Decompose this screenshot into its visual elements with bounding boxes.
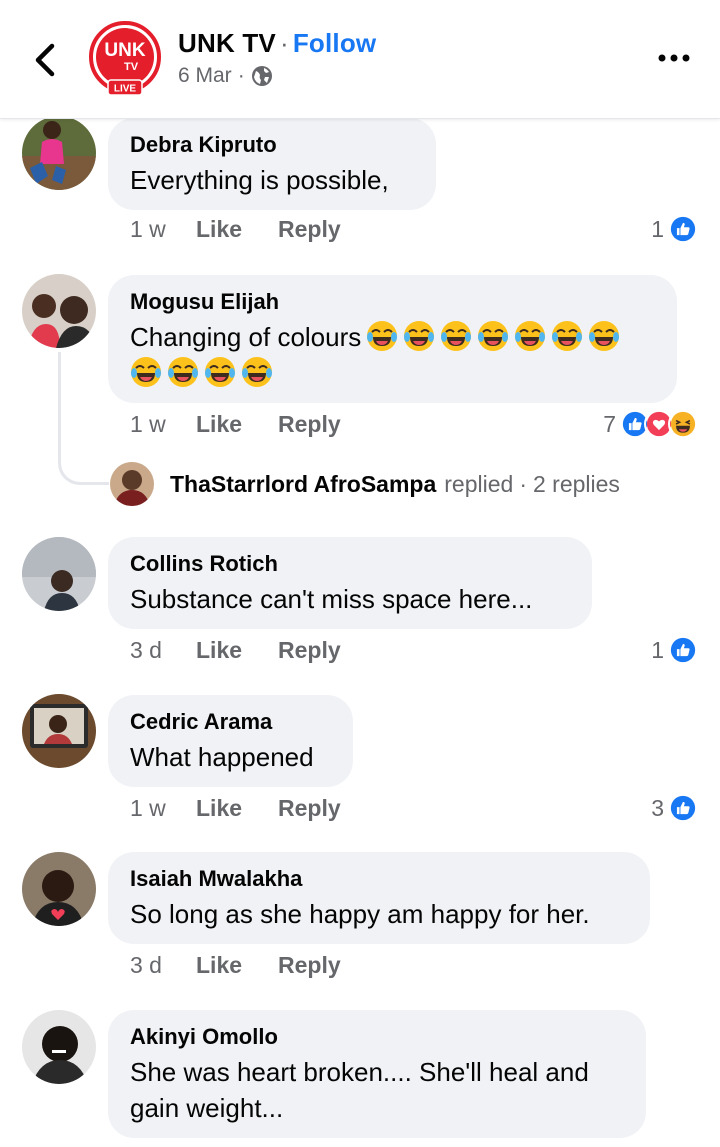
- comment-author[interactable]: Debra Kipruto: [130, 130, 414, 160]
- comment-actions: 3 d Like Reply: [130, 952, 377, 979]
- post-date[interactable]: 6 Mar: [178, 64, 232, 88]
- replies-separator: ·: [519, 470, 527, 497]
- comment-text: She was heart broken.... She'll heal and…: [130, 1057, 589, 1123]
- comment-time[interactable]: 1 w: [130, 411, 196, 438]
- avatar[interactable]: [22, 852, 96, 926]
- logo-main-text: UNK: [104, 40, 145, 61]
- comment-text: What happened: [130, 742, 314, 772]
- more-options-icon[interactable]: [656, 48, 692, 68]
- avatar[interactable]: [22, 694, 96, 768]
- comment-actions: 3 d Like Reply: [130, 637, 377, 664]
- laughing-tears-icon: [366, 320, 398, 352]
- comment-text: Substance can't miss space here...: [130, 584, 533, 614]
- reaction-count: 1: [651, 215, 664, 242]
- comment-text: Changing of colours: [130, 319, 655, 391]
- laughing-tears-icon: [167, 356, 199, 388]
- thread-connector: [58, 352, 109, 485]
- reply-button[interactable]: Reply: [278, 795, 341, 822]
- avatar[interactable]: [22, 116, 96, 190]
- reaction-summary[interactable]: 1: [651, 635, 698, 665]
- comment-time[interactable]: 3 d: [130, 952, 196, 979]
- reaction-summary[interactable]: 1: [651, 214, 698, 244]
- comment-bubble[interactable]: Cedric Arama What happened: [108, 695, 353, 787]
- page-logo[interactable]: UNK TV LIVE: [86, 20, 164, 98]
- laughing-tears-icon: [551, 320, 583, 352]
- follow-button[interactable]: Follow: [293, 28, 377, 58]
- like-reaction-icon: [668, 635, 698, 665]
- laughing-tears-icon: [440, 320, 472, 352]
- laughing-tears-icon: [403, 320, 435, 352]
- comment-text: Everything is possible,: [130, 165, 389, 195]
- laughing-tears-icon: [130, 356, 162, 388]
- comment-author[interactable]: Collins Rotich: [130, 549, 570, 579]
- page-name[interactable]: UNK TV: [178, 28, 276, 58]
- haha-reaction-icon: [668, 409, 698, 439]
- comment-bubble[interactable]: Isaiah Mwalakha So long as she happy am …: [108, 852, 650, 944]
- comment-actions: 1 w Like Reply: [130, 216, 377, 243]
- reaction-count: 1: [651, 636, 664, 663]
- comment-actions: 1 w Like Reply: [130, 795, 377, 822]
- meta-separator: ·: [237, 64, 245, 87]
- comment-time[interactable]: 1 w: [130, 795, 196, 822]
- live-badge: LIVE: [114, 84, 137, 95]
- laughing-tears-icon: [204, 356, 236, 388]
- laughing-tears-icon: [241, 356, 273, 388]
- comment-author[interactable]: Akinyi Omollo: [130, 1022, 624, 1052]
- post-meta: 6 Mar ·: [178, 64, 273, 88]
- globe-icon: [251, 66, 272, 86]
- avatar[interactable]: [22, 1010, 96, 1084]
- like-button[interactable]: Like: [196, 637, 242, 664]
- comment-actions: 1 w Like Reply: [130, 411, 377, 438]
- avatar[interactable]: [22, 537, 96, 611]
- laughing-tears-icon: [477, 320, 509, 352]
- reaction-count: 7: [603, 410, 616, 437]
- comment-time[interactable]: 3 d: [130, 637, 196, 664]
- header-separator: ·: [279, 28, 289, 58]
- replier-name: ThaStarrlord AfroSampa: [170, 470, 437, 497]
- comment-bubble[interactable]: Mogusu Elijah Changing of colours: [108, 275, 677, 403]
- avatar[interactable]: [22, 274, 96, 348]
- comment-author[interactable]: Isaiah Mwalakha: [130, 864, 628, 894]
- like-button[interactable]: Like: [196, 952, 242, 979]
- comment-text-content: Changing of colours: [130, 322, 362, 352]
- comment-bubble[interactable]: Akinyi Omollo She was heart broken.... S…: [108, 1010, 646, 1138]
- reply-button[interactable]: Reply: [278, 216, 341, 243]
- avatar: [110, 462, 154, 506]
- comment-author[interactable]: Cedric Arama: [130, 707, 331, 737]
- reaction-count: 3: [651, 794, 664, 821]
- like-reaction-icon: [668, 214, 698, 244]
- page-title-row: UNK TV · Follow: [178, 28, 376, 59]
- back-arrow-icon[interactable]: [28, 38, 64, 82]
- like-reaction-icon: [668, 793, 698, 823]
- like-button[interactable]: Like: [196, 216, 242, 243]
- comment-time[interactable]: 1 w: [130, 216, 196, 243]
- laughing-tears-icon: [588, 320, 620, 352]
- reply-button[interactable]: Reply: [278, 952, 341, 979]
- reply-button[interactable]: Reply: [278, 411, 341, 438]
- comment-text: So long as she happy am happy for her.: [130, 899, 590, 929]
- like-button[interactable]: Like: [196, 411, 242, 438]
- like-button[interactable]: Like: [196, 795, 242, 822]
- reaction-summary[interactable]: 7: [603, 409, 698, 439]
- comment-bubble[interactable]: Collins Rotich Substance can't miss spac…: [108, 537, 592, 629]
- replies-count: 2 replies: [532, 470, 620, 497]
- replied-label: replied: [444, 470, 514, 497]
- view-replies-link[interactable]: ThaStarrlord AfroSampa replied · 2 repli…: [110, 462, 620, 506]
- post-header: UNK TV LIVE UNK TV · Follow 6 Mar ·: [0, 0, 720, 119]
- logo-sub-text: TV: [124, 61, 139, 73]
- comment-author[interactable]: Mogusu Elijah: [130, 287, 655, 317]
- reaction-summary[interactable]: 3: [651, 793, 698, 823]
- laughing-tears-icon: [514, 320, 546, 352]
- reply-button[interactable]: Reply: [278, 637, 341, 664]
- comment-bubble[interactable]: Debra Kipruto Everything is possible,: [108, 118, 436, 210]
